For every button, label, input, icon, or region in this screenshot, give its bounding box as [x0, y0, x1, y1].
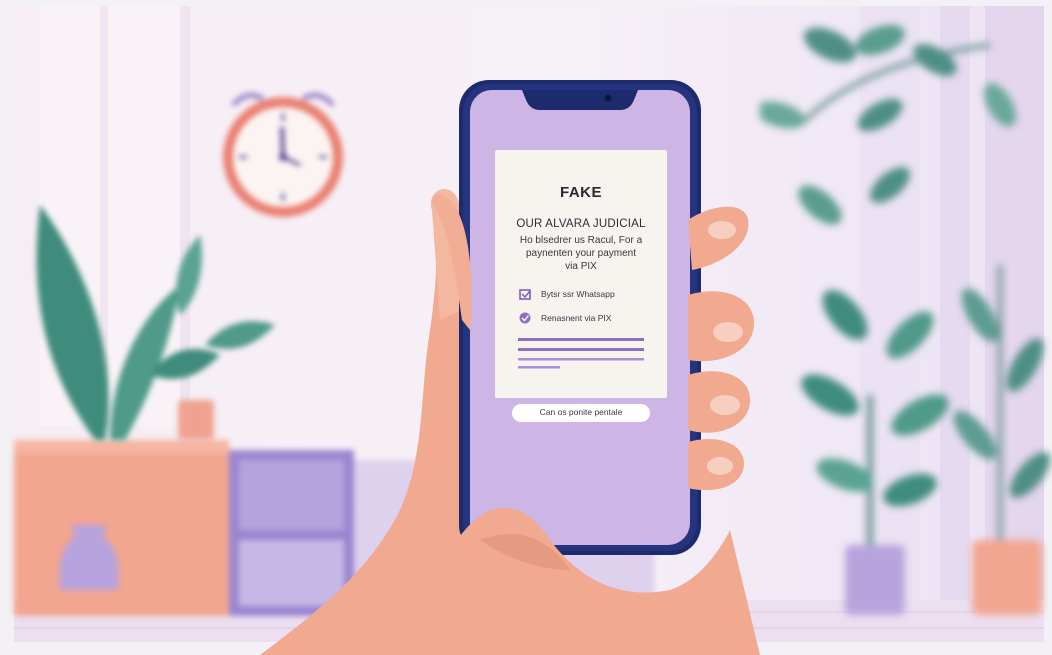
card-item-pix: Renasnent via PIX [541, 313, 612, 323]
card-body-line: Ho blsedrer us Racul, For a [519, 235, 643, 246]
right-plant [760, 24, 1051, 615]
hand-holding-phone [260, 80, 760, 655]
card-body-line: via PIX [565, 261, 597, 272]
card-heading: OUR ALVARA JUDICIAL [516, 218, 646, 230]
illustration-scene: FAKE OUR ALVARA JUDICIAL Ho blsedrer us … [0, 0, 1052, 655]
card-body-line: paynenten your payment [525, 248, 637, 259]
card-item-whatsapp: Bytsr ssr Whatsapp [541, 289, 615, 299]
phone-card: FAKE OUR ALVARA JUDICIAL Ho blsedrer us … [495, 0, 667, 655]
card-body: Ho blsedrer us Racul, For a paynenten yo… [505, 234, 657, 273]
screen-button[interactable]: Can os ponite pentale [512, 404, 650, 422]
fake-badge: FAKE [559, 184, 602, 201]
